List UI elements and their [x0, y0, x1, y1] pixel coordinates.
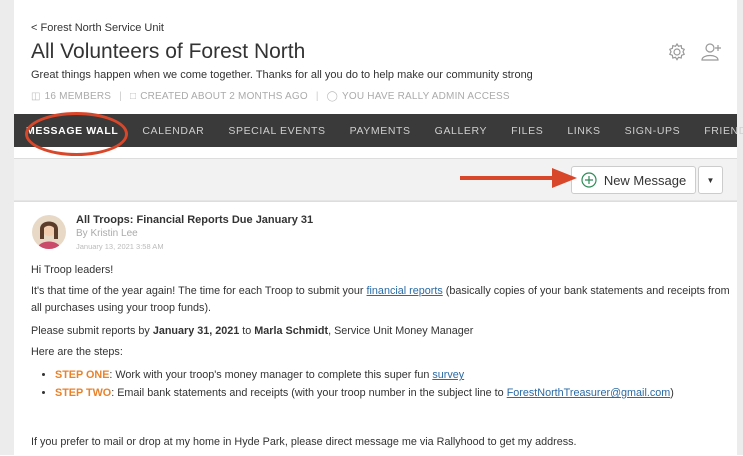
- caret-down-icon: ▼: [706, 175, 715, 185]
- breadcrumb[interactable]: < Forest North Service Unit: [31, 22, 164, 34]
- page-title: All Volunteers of Forest North: [31, 40, 306, 63]
- author-avatar: [32, 215, 66, 249]
- new-message-label: New Message: [603, 172, 687, 188]
- text-span: : Email bank statements and receipts (wi…: [111, 387, 507, 399]
- calendar-icon: □: [129, 91, 137, 102]
- treasurer-email-link[interactable]: ForestNorthTreasurer@gmail.com: [507, 387, 671, 399]
- tab-calendar[interactable]: CALENDAR: [130, 125, 216, 137]
- header-actions: [667, 42, 723, 62]
- list-item: STEP TWO: Email bank statements and rece…: [55, 385, 731, 402]
- add-member-icon[interactable]: [701, 42, 723, 62]
- post-paragraph: It's that time of the year again! The ti…: [31, 283, 731, 317]
- tab-gallery[interactable]: GALLERY: [423, 125, 499, 137]
- post-date: January 13, 2021 3:58 AM: [76, 242, 164, 251]
- tab-friends[interactable]: FRIENDS: [692, 125, 743, 137]
- post-paragraph: If you prefer to mail or drop at my home…: [31, 436, 577, 448]
- new-message-dropdown-button[interactable]: ▼: [698, 166, 723, 194]
- members-icon: ◫: [31, 91, 41, 102]
- created-date: CREATED ABOUT 2 MONTHS AGO: [140, 91, 308, 102]
- tab-special-events[interactable]: SPECIAL EVENTS: [216, 125, 337, 137]
- message-post: All Troops: Financial Reports Due Januar…: [14, 200, 737, 456]
- text-span: It's that time of the year again! The ti…: [31, 285, 367, 297]
- user-icon: ◯: [326, 91, 339, 102]
- text-span: ): [670, 387, 674, 399]
- message-toolbar: New Message ▼: [14, 158, 737, 202]
- financial-reports-link[interactable]: financial reports: [367, 285, 443, 297]
- tab-links[interactable]: LINKS: [555, 125, 612, 137]
- tab-files[interactable]: FILES: [499, 125, 555, 137]
- annotation-arrow: [460, 168, 577, 188]
- tab-payments[interactable]: PAYMENTS: [338, 125, 423, 137]
- steps-list: STEP ONE: Work with your troop's money m…: [31, 367, 731, 402]
- manager-name: Marla Schmidt: [254, 325, 329, 337]
- survey-link[interactable]: survey: [432, 369, 464, 381]
- post-title[interactable]: All Troops: Financial Reports Due Januar…: [76, 214, 313, 226]
- text-span: , Service Unit Money Manager: [328, 325, 474, 337]
- page-gutter-right: [737, 0, 743, 455]
- annotation-circle: [25, 112, 128, 156]
- step-label: STEP ONE: [55, 369, 110, 381]
- page-gutter-left: [0, 0, 14, 455]
- post-paragraph: Please submit reports by January 31, 202…: [31, 323, 731, 340]
- tab-sign-ups[interactable]: SIGN-UPS: [613, 125, 693, 137]
- new-message-button[interactable]: New Message: [571, 166, 696, 194]
- settings-gear-icon[interactable]: [667, 42, 687, 62]
- members-count[interactable]: 16 MEMBERS: [45, 91, 111, 102]
- due-date: January 31, 2021: [152, 325, 240, 337]
- post-greeting: Hi Troop leaders!: [31, 264, 114, 276]
- text-span: Please submit reports by: [31, 325, 153, 337]
- list-item: STEP ONE: Work with your troop's money m…: [55, 367, 731, 384]
- divider: |: [315, 91, 319, 102]
- group-page: < Forest North Service Unit All Voluntee…: [14, 0, 743, 456]
- group-tagline: Great things happen when we come togethe…: [31, 69, 533, 81]
- text-span: to: [239, 325, 255, 337]
- text-span: : Work with your troop's money manager t…: [109, 369, 433, 381]
- step-label: STEP TWO: [55, 387, 112, 399]
- divider: |: [119, 91, 122, 102]
- group-meta: ◫ 16 MEMBERS | □ CREATED ABOUT 2 MONTHS …: [31, 91, 510, 102]
- plus-circle-icon: [581, 172, 597, 188]
- admin-access: YOU HAVE RALLY ADMIN ACCESS: [342, 91, 510, 102]
- post-paragraph: Here are the steps:: [31, 346, 123, 358]
- post-author: By Kristin Lee: [76, 228, 138, 239]
